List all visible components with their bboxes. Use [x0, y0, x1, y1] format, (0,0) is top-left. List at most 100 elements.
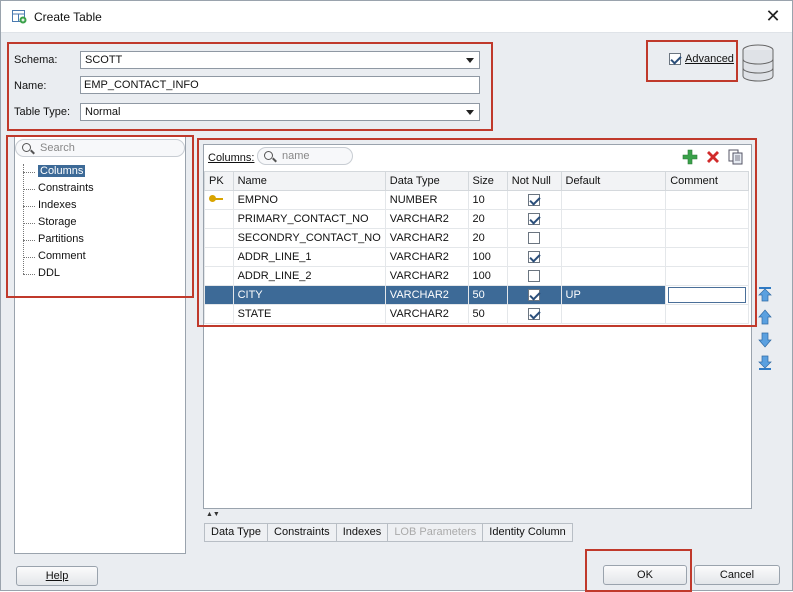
default-cell[interactable]	[560, 190, 667, 210]
delete-icon[interactable]	[705, 149, 721, 165]
comment-cell[interactable]	[665, 228, 749, 248]
pk-cell[interactable]	[204, 190, 234, 210]
comment-cell[interactable]	[665, 209, 749, 229]
header-name[interactable]: Name	[232, 171, 386, 191]
close-icon[interactable]: ✕	[762, 5, 784, 27]
ok-button[interactable]: OK	[603, 565, 687, 585]
not-null-cell[interactable]	[506, 285, 562, 305]
size-cell[interactable]: 50	[467, 304, 508, 324]
comment-cell[interactable]	[665, 266, 749, 286]
header-not-null[interactable]: Not Null	[506, 171, 562, 191]
comment-editor-input[interactable]	[668, 287, 746, 303]
table-row[interactable]: ADDR_LINE_2 VARCHAR2 100	[204, 266, 749, 286]
not-null-cell[interactable]	[506, 304, 562, 324]
not-null-checkbox[interactable]	[528, 251, 541, 264]
copy-icon[interactable]	[728, 149, 744, 165]
table-row[interactable]: EMPNO NUMBER 10	[204, 190, 749, 210]
tree-item-ddl[interactable]: DDL	[21, 266, 94, 283]
type-cell[interactable]: VARCHAR2	[384, 266, 469, 286]
pk-cell[interactable]	[204, 304, 234, 324]
move-bottom-icon[interactable]	[757, 355, 773, 371]
pk-cell[interactable]	[204, 209, 234, 229]
header-size[interactable]: Size	[467, 171, 508, 191]
tab-data-type[interactable]: Data Type	[204, 523, 268, 542]
add-icon[interactable]	[682, 149, 698, 165]
not-null-cell[interactable]	[506, 190, 562, 210]
tab-constraints[interactable]: Constraints	[267, 523, 337, 542]
tree-item-columns[interactable]: Columns	[21, 164, 94, 181]
header-comment[interactable]: Comment	[665, 171, 749, 191]
column-filter-input[interactable]: name	[257, 147, 353, 165]
search-input[interactable]: Search	[15, 139, 185, 157]
name-cell[interactable]: ADDR_LINE_1	[232, 247, 386, 267]
move-up-icon[interactable]	[757, 309, 773, 325]
header-default[interactable]: Default	[560, 171, 667, 191]
comment-cell[interactable]	[665, 190, 749, 210]
not-null-cell[interactable]	[506, 228, 562, 248]
default-cell[interactable]	[560, 266, 667, 286]
tab-identity-column[interactable]: Identity Column	[482, 523, 573, 542]
pk-cell[interactable]	[204, 247, 234, 267]
tree-item-storage[interactable]: Storage	[21, 215, 94, 232]
size-cell[interactable]: 20	[467, 228, 508, 248]
help-button[interactable]: Help	[16, 566, 98, 586]
advanced-checkbox[interactable]	[669, 53, 681, 65]
not-null-cell[interactable]	[506, 209, 562, 229]
schema-select[interactable]: SCOTT	[80, 51, 480, 69]
not-null-checkbox[interactable]	[528, 232, 541, 245]
size-cell[interactable]: 100	[467, 266, 508, 286]
default-cell[interactable]	[560, 228, 667, 248]
header-data-type[interactable]: Data Type	[384, 171, 469, 191]
type-cell[interactable]: VARCHAR2	[384, 228, 469, 248]
table-row[interactable]: STATE VARCHAR2 50	[204, 304, 749, 324]
type-cell[interactable]: VARCHAR2	[384, 247, 469, 267]
type-cell[interactable]: NUMBER	[384, 190, 469, 210]
tree-item-comment[interactable]: Comment	[21, 249, 94, 266]
pk-cell[interactable]	[204, 266, 234, 286]
default-cell[interactable]	[560, 304, 667, 324]
size-cell[interactable]: 20	[467, 209, 508, 229]
comment-cell[interactable]	[665, 285, 749, 305]
name-cell[interactable]: ADDR_LINE_2	[232, 266, 386, 286]
name-cell[interactable]: PRIMARY_CONTACT_NO	[232, 209, 386, 229]
table-row[interactable]: PRIMARY_CONTACT_NO VARCHAR2 20	[204, 209, 749, 229]
pk-cell[interactable]	[204, 285, 234, 305]
name-cell[interactable]: STATE	[232, 304, 386, 324]
tab-indexes[interactable]: Indexes	[335, 523, 389, 542]
not-null-checkbox[interactable]	[528, 270, 541, 283]
move-top-icon[interactable]	[757, 286, 773, 302]
splitter-arrows-icon[interactable]: ▲▼	[206, 511, 220, 518]
name-cell[interactable]: EMPNO	[232, 190, 386, 210]
type-cell[interactable]: VARCHAR2	[384, 304, 469, 324]
name-cell[interactable]: SECONDRY_CONTACT_NO	[232, 228, 386, 248]
type-cell[interactable]: VARCHAR2	[384, 209, 469, 229]
size-cell[interactable]: 10	[467, 190, 508, 210]
cancel-button[interactable]: Cancel	[694, 565, 780, 585]
name-cell[interactable]: CITY	[232, 285, 386, 305]
move-down-icon[interactable]	[757, 332, 773, 348]
type-cell[interactable]: VARCHAR2	[384, 285, 469, 305]
not-null-cell[interactable]	[506, 266, 562, 286]
pk-cell[interactable]	[204, 228, 234, 248]
default-cell[interactable]	[560, 247, 667, 267]
default-cell[interactable]	[560, 209, 667, 229]
tree-item-indexes[interactable]: Indexes	[21, 198, 94, 215]
not-null-checkbox[interactable]	[528, 213, 541, 226]
not-null-cell[interactable]	[506, 247, 562, 267]
table-type-select[interactable]: Normal	[80, 103, 480, 121]
not-null-checkbox[interactable]	[528, 194, 541, 207]
default-cell[interactable]: UP	[560, 285, 667, 305]
size-cell[interactable]: 100	[467, 247, 508, 267]
comment-cell[interactable]	[665, 304, 749, 324]
comment-cell[interactable]	[665, 247, 749, 267]
header-pk[interactable]: PK	[204, 171, 234, 191]
size-cell[interactable]: 50	[467, 285, 508, 305]
not-null-checkbox[interactable]	[528, 308, 541, 321]
table-row-selected[interactable]: CITY VARCHAR2 50 UP	[204, 285, 749, 305]
table-row[interactable]: SECONDRY_CONTACT_NO VARCHAR2 20	[204, 228, 749, 248]
tree-item-partitions[interactable]: Partitions	[21, 232, 94, 249]
table-name-input[interactable]: EMP_CONTACT_INFO	[80, 76, 480, 94]
table-row[interactable]: ADDR_LINE_1 VARCHAR2 100	[204, 247, 749, 267]
tree-item-constraints[interactable]: Constraints	[21, 181, 94, 198]
not-null-checkbox[interactable]	[528, 289, 541, 302]
